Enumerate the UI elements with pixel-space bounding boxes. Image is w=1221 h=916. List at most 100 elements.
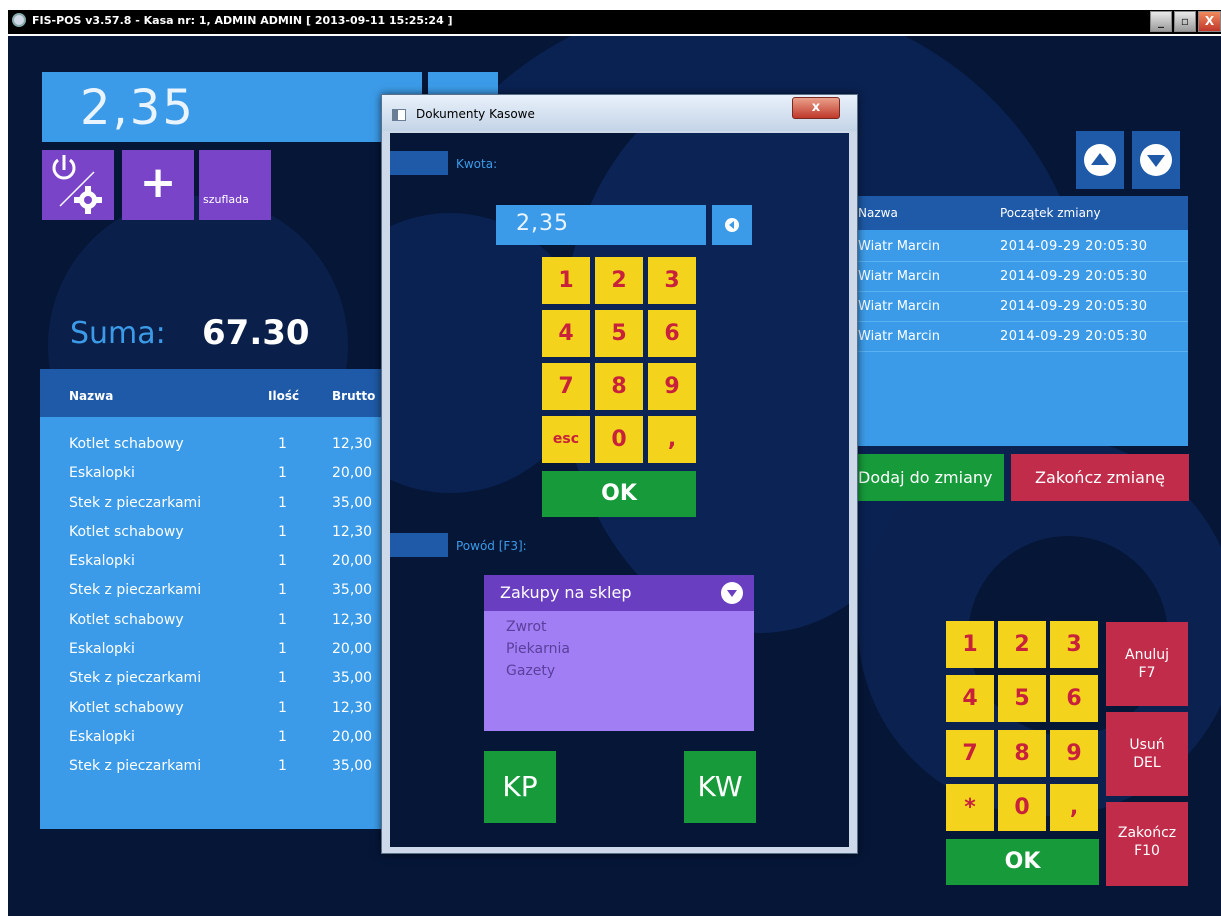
item-brutto: 12,30 — [332, 699, 373, 716]
dialog-key-4[interactable]: 4 — [542, 310, 590, 357]
table-row[interactable]: Kotlet schabowy 1 12,30 — [40, 431, 400, 460]
order-items-table: Nazwa Ilość Brutto Kotlet schabowy 1 12,30… — [40, 369, 400, 829]
column-header-name: Nazwa — [69, 389, 114, 403]
dialog-amount-display: 2,35 — [496, 205, 706, 245]
dialog-key-1[interactable]: 1 — [542, 257, 590, 304]
item-brutto: 35,00 — [332, 758, 373, 775]
add-button[interactable]: + — [122, 150, 194, 220]
table-row[interactable]: Wiatr Marcin 2014-09-29 20:05:30 — [854, 292, 1188, 322]
keypad-key-9[interactable]: 9 — [1050, 730, 1098, 777]
scroll-down-button[interactable] — [1132, 131, 1180, 189]
item-qty: 1 — [278, 728, 287, 745]
kw-button[interactable]: KW — [684, 751, 756, 823]
shift-start: 2014-09-29 20:05:30 — [1000, 329, 1148, 344]
drawer-button[interactable]: szuflada — [199, 150, 271, 220]
section-marker — [390, 151, 448, 175]
item-qty: 1 — [278, 465, 287, 482]
item-brutto: 12,30 — [332, 436, 373, 452]
table-row[interactable]: Wiatr Marcin 2014-09-29 20:05:30 — [854, 322, 1188, 352]
amount-label: Kwota: — [456, 157, 498, 171]
shift-user: Wiatr Marcin — [858, 269, 940, 284]
dialog-key-0[interactable]: 0 — [595, 416, 643, 463]
item-qty: 1 — [278, 582, 287, 599]
keypad-key-6[interactable]: 6 — [1050, 675, 1098, 722]
kp-button[interactable]: KP — [484, 751, 556, 823]
section-marker — [390, 533, 448, 557]
end-shift-button[interactable]: Zakończ zmianę — [1011, 454, 1189, 501]
logout-settings-button[interactable] — [42, 150, 114, 220]
dialog-key-9[interactable]: 9 — [648, 363, 696, 410]
column-header-name: Nazwa — [858, 206, 898, 220]
dialog-key-comma[interactable]: , — [648, 416, 696, 463]
keypad-key-comma[interactable]: , — [1050, 784, 1098, 831]
dialog-ok-button[interactable]: OK — [542, 471, 696, 517]
dialog-key-3[interactable]: 3 — [648, 257, 696, 304]
column-header-qty: Ilość — [268, 389, 300, 403]
item-name: Eskalopki — [69, 728, 135, 745]
reason-option-piekarnia[interactable]: Piekarnia — [506, 641, 570, 657]
keypad-key-3[interactable]: 3 — [1050, 621, 1098, 668]
table-row[interactable]: Wiatr Marcin 2014-09-29 20:05:30 — [854, 262, 1188, 292]
dialog-key-8[interactable]: 8 — [595, 363, 643, 410]
dialog-key-2[interactable]: 2 — [595, 257, 643, 304]
reason-option-gazety[interactable]: Gazety — [506, 663, 555, 679]
table-row[interactable]: Wiatr Marcin 2014-09-29 20:05:30 — [854, 232, 1188, 262]
amount-display: 2,35 — [42, 72, 422, 142]
table-row[interactable]: Eskalopki 1 20,00 — [40, 548, 400, 577]
app-icon — [12, 13, 26, 27]
item-brutto: 35,00 — [332, 582, 373, 599]
table-row[interactable]: Stek z pieczarkami 1 35,00 — [40, 665, 400, 694]
table-row[interactable]: Stek z pieczarkami 1 35,00 — [40, 490, 400, 519]
shift-start: 2014-09-29 20:05:30 — [1000, 269, 1148, 284]
item-brutto: 12,30 — [332, 611, 373, 628]
table-row[interactable]: Stek z pieczarkami 1 35,00 — [40, 753, 400, 782]
maximize-icon: ▫ — [1180, 14, 1190, 28]
shift-user: Wiatr Marcin — [858, 239, 940, 254]
shifts-table-header: Nazwa Początek zmiany — [854, 196, 1188, 230]
item-name: Eskalopki — [69, 465, 135, 482]
keypad-key-1[interactable]: 1 — [946, 621, 994, 668]
dialog-key-7[interactable]: 7 — [542, 363, 590, 410]
item-name: Eskalopki — [69, 553, 135, 570]
close-button[interactable]: X — [1198, 11, 1221, 32]
item-brutto: 35,00 — [332, 670, 373, 687]
item-qty: 1 — [278, 553, 287, 570]
table-row[interactable]: Kotlet schabowy 1 12,30 — [40, 695, 400, 724]
finish-button[interactable]: Zakończ F10 — [1106, 802, 1188, 886]
dialog-key-6[interactable]: 6 — [648, 310, 696, 357]
cancel-button[interactable]: Anuluj F7 — [1106, 622, 1188, 706]
dialog-key-esc[interactable]: esc — [542, 416, 590, 463]
delete-button[interactable]: Usuń DEL — [1106, 712, 1188, 796]
dialog-window-icon — [392, 109, 406, 121]
keypad-key-0[interactable]: 0 — [998, 784, 1046, 831]
reason-option-zwrot[interactable]: Zwrot — [506, 619, 547, 635]
table-row[interactable]: Kotlet schabowy 1 12,30 — [40, 519, 400, 548]
table-row[interactable]: Eskalopki 1 20,00 — [40, 636, 400, 665]
keypad-key-5[interactable]: 5 — [998, 675, 1046, 722]
dialog-backspace-button[interactable] — [712, 205, 752, 245]
shift-user: Wiatr Marcin — [858, 299, 940, 314]
keypad-key-8[interactable]: 8 — [998, 730, 1046, 777]
dialog-key-5[interactable]: 5 — [595, 310, 643, 357]
maximize-button[interactable]: ▫ — [1174, 11, 1196, 32]
add-to-shift-button[interactable]: Dodaj do zmiany — [854, 454, 1004, 501]
dialog-body: Kwota: 2,35 1 2 3 4 5 6 7 8 9 esc 0 , OK… — [390, 133, 849, 847]
keypad-key-2[interactable]: 2 — [998, 621, 1046, 668]
item-brutto: 20,00 — [332, 553, 373, 570]
keypad-key-7[interactable]: 7 — [946, 730, 994, 777]
keypad-key-asterisk[interactable]: * — [946, 784, 994, 831]
item-qty: 1 — [278, 641, 287, 658]
arrow-up-icon — [1084, 144, 1116, 176]
ok-button[interactable]: OK — [946, 839, 1099, 885]
scroll-up-button[interactable] — [1076, 131, 1124, 189]
reason-select[interactable]: Zakupy na sklep — [484, 575, 754, 611]
table-row[interactable]: Eskalopki 1 20,00 — [40, 460, 400, 489]
table-row[interactable]: Stek z pieczarkami 1 35,00 — [40, 577, 400, 606]
dialog-close-button[interactable]: x — [792, 97, 840, 119]
table-row[interactable]: Kotlet schabowy 1 12,30 — [40, 607, 400, 636]
table-row[interactable]: Eskalopki 1 20,00 — [40, 724, 400, 753]
minimize-button[interactable]: _ — [1150, 11, 1172, 32]
sum-value: 67.30 — [202, 313, 310, 353]
order-table-header: Nazwa Ilość Brutto — [40, 369, 400, 417]
keypad-key-4[interactable]: 4 — [946, 675, 994, 722]
